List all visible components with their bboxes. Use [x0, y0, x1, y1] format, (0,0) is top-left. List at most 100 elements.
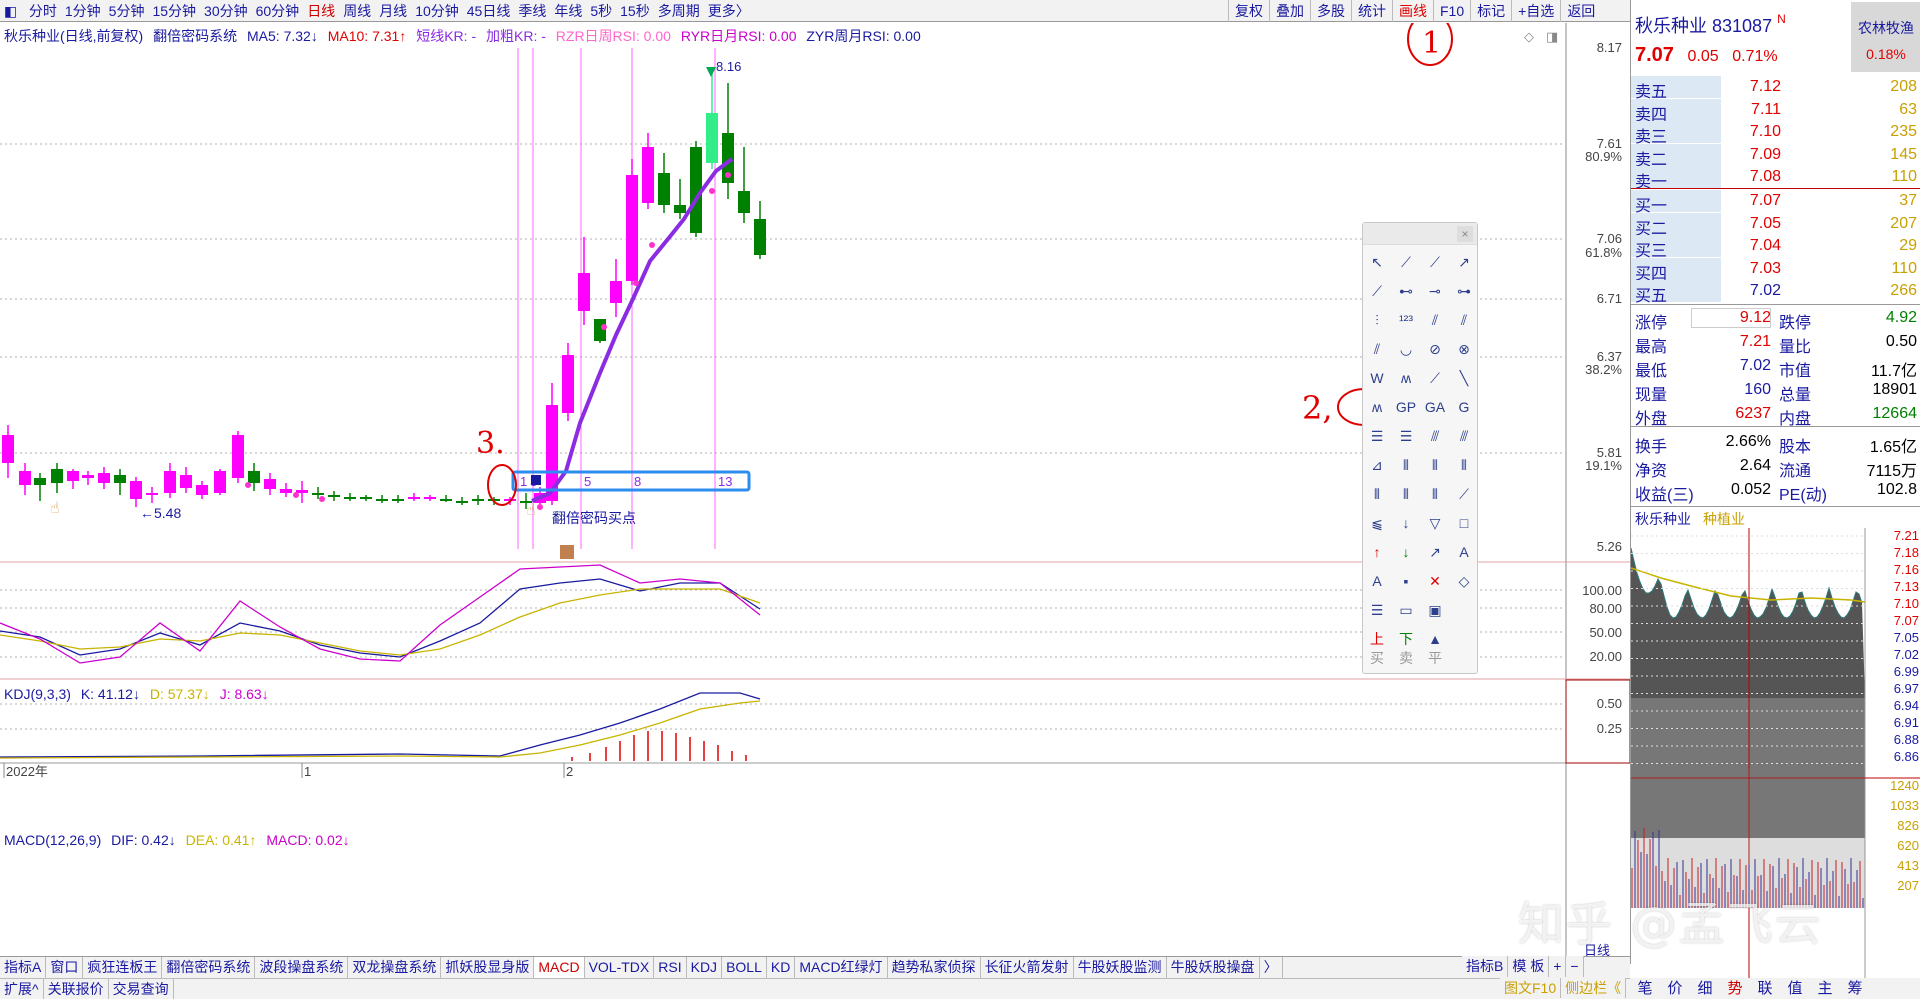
image-icon[interactable]: ▣ — [1424, 599, 1446, 621]
ray-icon[interactable]: ⟋ — [1424, 251, 1446, 273]
period-tab[interactable]: 多周期 — [654, 0, 704, 21]
sidebar-tab[interactable]: 笔 — [1630, 978, 1660, 999]
period-tab[interactable]: 60分钟 — [252, 0, 304, 21]
order-book-row[interactable]: 卖四 7.11 63 — [1631, 98, 1920, 124]
volume-lines-icon[interactable]: ⦀ — [1424, 483, 1446, 505]
period-tab[interactable]: 更多〉 — [704, 0, 754, 21]
extension-side-tab[interactable]: 侧边栏《 — [1561, 978, 1627, 998]
price-label-icon[interactable]: ¹²³ — [1395, 309, 1417, 331]
segment-icon[interactable]: ⟋ — [1366, 280, 1388, 302]
note-icon[interactable]: ☰ — [1366, 599, 1388, 621]
circle-cross-icon[interactable]: ⊗ — [1453, 338, 1475, 360]
up-arrow-icon[interactable]: ↑ — [1366, 541, 1388, 563]
triangle-icon[interactable]: ⊿ — [1366, 454, 1388, 476]
period-tab[interactable]: 45日线 — [463, 0, 515, 21]
indicator-tab[interactable]: 牛股妖股操盘 — [1167, 957, 1260, 978]
period-lines-icon[interactable]: ⦀ — [1453, 454, 1475, 476]
rectangle-icon[interactable]: □ — [1453, 512, 1475, 534]
order-book-row[interactable]: 买二 7.05 207 — [1631, 212, 1920, 238]
indicator-tab[interactable]: 疯狂连板王 — [83, 957, 163, 978]
arc-icon[interactable]: ◡ — [1395, 338, 1417, 360]
indicator-side-tab[interactable]: 指标B — [1462, 956, 1509, 977]
period-tab[interactable]: 5分钟 — [105, 0, 149, 21]
order-book-row[interactable]: 买一 7.07 37 — [1631, 190, 1920, 215]
cycle-icon[interactable]: ⊘ — [1424, 338, 1446, 360]
fib-retrace-icon[interactable]: ☰ — [1366, 425, 1388, 447]
tool-tab[interactable]: 复权 — [1228, 0, 1269, 22]
g-icon[interactable]: G — [1453, 396, 1475, 418]
tool-tab[interactable]: +自选 — [1511, 0, 1560, 22]
indicator-tab[interactable]: MACD — [534, 957, 585, 978]
menu-icon[interactable]: ◧ — [0, 0, 21, 21]
arrow-line-icon[interactable]: ↗ — [1453, 251, 1475, 273]
toolbox-footer-0[interactable]: 买 — [1366, 647, 1388, 669]
period-tab[interactable]: 分时 — [25, 0, 61, 21]
green-down-arrow-icon[interactable]: ↓ — [1395, 541, 1417, 563]
toolbox-footer-2[interactable]: 平 — [1424, 647, 1446, 669]
order-book-row[interactable]: 卖五 7.12 208 — [1631, 76, 1920, 101]
fan-lines-icon[interactable]: ⫹ — [1366, 512, 1388, 534]
extension-tab[interactable]: 扩展^ — [0, 979, 44, 999]
sidebar-tab[interactable]: 价 — [1660, 978, 1690, 999]
indicator-tab[interactable]: 长征火箭发射 — [981, 957, 1074, 978]
wave-icon[interactable]: W — [1366, 367, 1388, 389]
text-icon[interactable]: A — [1453, 541, 1475, 563]
sidebar-tab[interactable]: 联 — [1750, 978, 1780, 999]
indicator-tab[interactable]: MACD红绿灯 — [795, 957, 888, 978]
toolbox-footer-1[interactable]: 卖 — [1395, 647, 1417, 669]
tool-tab[interactable]: F10 — [1433, 0, 1470, 22]
parallel-lines-icon[interactable]: ⫽ — [1424, 309, 1446, 331]
tool-tab[interactable]: 标记 — [1470, 0, 1511, 22]
period-tab[interactable]: 5秒 — [586, 0, 616, 21]
period-tab[interactable]: 周线 — [339, 0, 375, 21]
period-tab[interactable]: 1分钟 — [61, 0, 105, 21]
order-book-row[interactable]: 买四 7.03 110 — [1631, 257, 1920, 283]
regression-icon[interactable]: ⦀ — [1395, 483, 1417, 505]
order-book-row[interactable]: 卖二 7.09 145 — [1631, 143, 1920, 169]
zigzag-icon[interactable]: ʍ — [1395, 367, 1417, 389]
angle-line-icon[interactable]: ⟋ — [1453, 483, 1475, 505]
gann-line-icon[interactable]: ╲ — [1453, 367, 1475, 389]
indicator-tab[interactable]: RSI — [654, 957, 687, 978]
sidebar-tab[interactable]: 筹 — [1840, 978, 1870, 999]
period-tab[interactable]: 月线 — [375, 0, 411, 21]
indicator-side-tab[interactable]: − — [1566, 956, 1584, 977]
indicator-tab[interactable]: KD — [767, 957, 796, 978]
pitchfork-icon[interactable]: ⟋ — [1424, 367, 1446, 389]
sidebar-tab[interactable]: 值 — [1780, 978, 1810, 999]
indicator-tab[interactable]: VOL-TDX — [585, 957, 655, 978]
close-icon[interactable]: × — [1457, 226, 1473, 242]
indicator-tab[interactable]: KDJ — [687, 957, 723, 978]
tool-tab[interactable]: 返回 — [1560, 0, 1601, 22]
gann-fan-icon[interactable]: ⫻ — [1424, 425, 1446, 447]
extension-tab[interactable]: 交易查询 — [109, 979, 174, 999]
gp-icon[interactable]: GP — [1395, 396, 1417, 418]
m-wave-icon[interactable]: ʍ — [1366, 396, 1388, 418]
line-icon[interactable]: ⟋ — [1395, 251, 1417, 273]
vertical-line-icon[interactable]: ⫶ — [1366, 309, 1388, 331]
indicator-tab[interactable]: 抓妖股显身版 — [441, 957, 535, 978]
delete-icon[interactable]: ✕ — [1424, 570, 1446, 592]
cycle-lines-icon[interactable]: ⦀ — [1424, 454, 1446, 476]
triangle-down-icon[interactable]: ▽ — [1424, 512, 1446, 534]
indicator-tab[interactable]: 指标A — [0, 957, 47, 978]
period-tab[interactable]: 日线 — [303, 0, 339, 21]
tool-tab[interactable]: 叠加 — [1269, 0, 1310, 22]
drawing-toolbox[interactable]: × ↖ ⟋ ⟋ ↗ ⟋ ⊷ ⊸ ⊶ ⫶ ¹²³ ⫽ ⫽ ⫽ ◡ ⊘ ⊗ Wʍ ⟋ ╲ ʍ GP GA G ☰ ☰ ⫻ ⫻ ⊿ ⦀ ⦀ ⦀ ⦀ ⦀… — [1362, 222, 1478, 674]
order-book-row[interactable]: 买三 7.04 29 — [1631, 235, 1920, 260]
indicator-tab[interactable]: 窗口 — [46, 957, 84, 978]
period-tab[interactable]: 15分钟 — [148, 0, 200, 21]
order-book-row[interactable]: 买五 7.02 266 — [1631, 280, 1920, 305]
indicator-tab[interactable]: 牛股妖股监测 — [1074, 957, 1167, 978]
select-arrow-icon[interactable]: ↖ — [1366, 251, 1388, 273]
period-tab[interactable]: 年线 — [550, 0, 586, 21]
speed-lines-icon[interactable]: ⦀ — [1366, 483, 1388, 505]
sidebar-tab[interactable]: 细 — [1690, 978, 1720, 999]
extension-tab[interactable]: 关联报价 — [44, 979, 109, 999]
down-arrow-icon[interactable]: ↓ — [1395, 512, 1417, 534]
order-book-row[interactable]: 卖一 7.08 110 — [1631, 166, 1920, 191]
square-icon[interactable]: ▪ — [1395, 570, 1417, 592]
period-tab[interactable]: 10分钟 — [411, 0, 463, 21]
horizontal-segment-icon[interactable]: ⊶ — [1453, 280, 1475, 302]
period-tab[interactable]: 季线 — [514, 0, 550, 21]
